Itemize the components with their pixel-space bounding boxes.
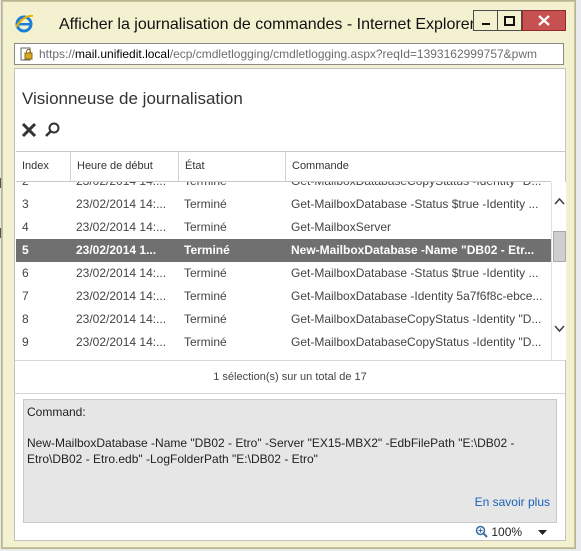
page-content: Visionneuse de journalisation Index Heur…	[14, 68, 566, 541]
command-text: New-MailboxDatabase -Name "DB02 - Etro" …	[27, 436, 515, 466]
chevron-down-icon[interactable]	[554, 325, 565, 333]
lock-page-icon	[20, 47, 33, 61]
table-row-selected[interactable]: 5 23/02/2014 1... Terminé New-MailboxDat…	[16, 239, 551, 262]
column-header-command[interactable]: Commande	[285, 152, 551, 181]
window-title: Afficher la journalisation de commandes …	[59, 16, 475, 33]
log-table: Index Heure de début État Commande 2 23/…	[16, 151, 566, 361]
cell-index: 7	[22, 289, 29, 303]
table-row[interactable]: 8 23/02/2014 14:... Terminé Get-MailboxD…	[16, 308, 551, 331]
status-bar: 100%	[15, 524, 565, 541]
cell-start-time: 23/02/2014 14:...	[70, 182, 178, 193]
url-domain: mail.unifiedit.local	[75, 47, 170, 61]
cell-command: Get-MailboxDatabaseCopyStatus -Identity …	[291, 335, 542, 349]
cell-command: New-MailboxDatabase -Name "DB02 - Etr...	[291, 243, 535, 257]
table-rows: 2 23/02/2014 14:... Terminé Get-MailboxD…	[16, 182, 551, 354]
zoom-magnifier-icon	[475, 525, 488, 538]
cell-start-time: 23/02/2014 14:...	[76, 312, 167, 326]
cell-start-time: 23/02/2014 14:...	[76, 266, 167, 280]
cell-command: Get-MailboxDatabaseCopyStatus -Identity …	[285, 182, 551, 193]
close-icon	[538, 15, 550, 26]
cell-command: Get-MailboxServer	[291, 220, 392, 234]
close-button[interactable]	[522, 10, 566, 31]
cell-start-time: 23/02/2014 14:...	[76, 335, 167, 349]
minimize-icon	[481, 22, 490, 25]
cell-index: 2	[16, 182, 70, 193]
cell-start-time: 23/02/2014 1...	[76, 243, 157, 257]
cell-start-time: 23/02/2014 14:...	[76, 197, 167, 211]
cell-index: 5	[22, 243, 29, 257]
cell-state: Terminé	[184, 335, 227, 349]
zoom-level: 100%	[491, 525, 523, 539]
close-x-icon[interactable]	[20, 121, 38, 139]
page-title: Visionneuse de journalisation	[22, 89, 243, 108]
table-body: 2 23/02/2014 14:... Terminé Get-MailboxD…	[16, 182, 551, 360]
cell-index: 9	[22, 335, 29, 349]
cell-state: Terminé	[184, 289, 227, 303]
zoom-dropdown-icon[interactable]	[538, 530, 547, 536]
cell-index: 6	[22, 266, 29, 280]
title-bar[interactable]: Afficher la journalisation de commandes …	[3, 2, 574, 42]
zoom-control[interactable]: 100%	[475, 525, 522, 539]
browser-window: Afficher la journalisation de commandes …	[2, 1, 575, 548]
column-header-index[interactable]: Index	[16, 152, 70, 181]
cell-state: Terminé	[184, 266, 227, 280]
scrollbar-thumb[interactable]	[553, 231, 566, 262]
cell-state: Terminé	[184, 243, 230, 257]
command-label: Command:	[27, 405, 86, 419]
cell-command: Get-MailboxDatabase -Status $true -Ident…	[291, 266, 539, 280]
command-detail-pane: Command: New-MailboxDatabase -Name "DB02…	[23, 399, 557, 523]
cell-state: Terminé	[178, 182, 285, 193]
maximize-icon	[504, 15, 515, 26]
cell-start-time: 23/02/2014 14:...	[76, 220, 167, 234]
url-path: /ecp/cmdletlogging/cmdletlogging.aspx?re…	[169, 47, 538, 61]
selection-count: 1 sélection(s) sur un total de 17	[15, 360, 565, 394]
minimize-button[interactable]	[473, 10, 497, 31]
table-row[interactable]: 4 23/02/2014 14:... Terminé Get-MailboxS…	[16, 216, 551, 239]
cell-state: Terminé	[184, 312, 227, 326]
column-header-start-time[interactable]: Heure de début	[70, 152, 178, 181]
cell-state: Terminé	[184, 220, 227, 234]
table-row[interactable]: 7 23/02/2014 14:... Terminé Get-MailboxD…	[16, 285, 551, 308]
chevron-up-icon[interactable]	[554, 197, 565, 205]
learn-more-link[interactable]: En savoir plus	[475, 495, 550, 509]
table-row[interactable]: 2 23/02/2014 14:... Terminé Get-MailboxD…	[16, 182, 551, 193]
url-prefix: https://	[39, 47, 76, 61]
cell-index: 4	[22, 220, 29, 234]
cell-command: Get-MailboxDatabase -Identity 5a7f6f8c-e…	[291, 289, 543, 303]
cell-index: 3	[22, 197, 29, 211]
cell-command: Get-MailboxDatabase -Status $true -Ident…	[291, 197, 539, 211]
table-scrollbar[interactable]	[551, 182, 566, 360]
cell-start-time: 23/02/2014 14:...	[76, 289, 167, 303]
url-text: https://mail.unifiedit.local/ecp/cmdletl…	[39, 47, 537, 61]
cell-command: Get-MailboxDatabaseCopyStatus -Identity …	[291, 312, 542, 326]
cell-index: 8	[22, 312, 29, 326]
internet-explorer-icon	[15, 14, 34, 33]
column-header-state[interactable]: État	[178, 152, 285, 181]
table-row[interactable]: 6 23/02/2014 14:... Terminé Get-MailboxD…	[16, 262, 551, 285]
table-header: Index Heure de début État Commande	[16, 152, 551, 182]
table-row[interactable]: 9 23/02/2014 14:... Terminé Get-MailboxD…	[16, 331, 551, 354]
cell-state: Terminé	[184, 197, 227, 211]
table-row[interactable]: 3 23/02/2014 14:... Terminé Get-MailboxD…	[16, 193, 551, 216]
magnifier-icon[interactable]	[44, 121, 62, 139]
maximize-button[interactable]	[497, 10, 522, 31]
address-bar[interactable]: https://mail.unifiedit.local/ecp/cmdletl…	[14, 43, 564, 65]
